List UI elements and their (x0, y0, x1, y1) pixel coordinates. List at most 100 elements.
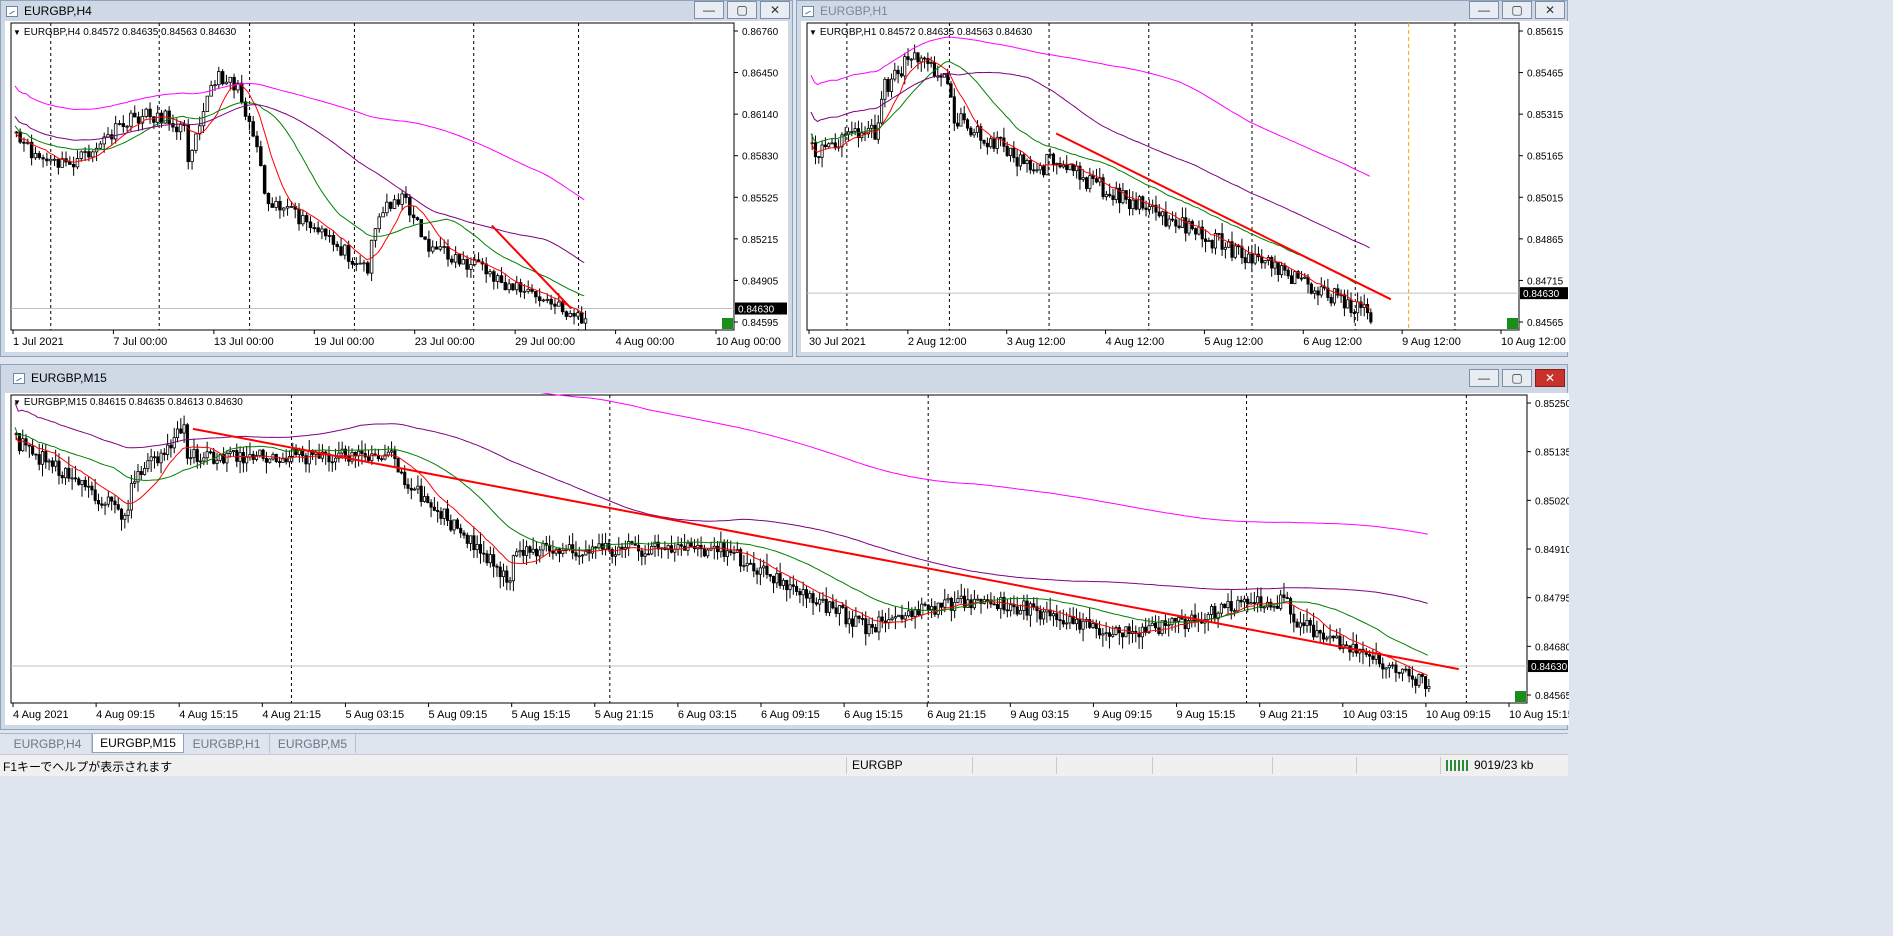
candle-body (241, 452, 245, 464)
candle-body (830, 142, 834, 145)
ohlc-header: ▼ EURGBP,H1 0.84572 0.84635 0.84563 0.846… (809, 27, 1033, 38)
candle-body (60, 475, 64, 479)
minimize-button[interactable]: — (1469, 369, 1499, 387)
candle-body (798, 591, 802, 596)
tab-eurgbp-m5[interactable]: EURGBP,M5 (270, 734, 356, 753)
time-label: 1 Jul 2021 (13, 336, 64, 348)
candle-body (446, 246, 450, 260)
candle-body (1391, 664, 1395, 667)
time-label: 29 Jul 00:00 (515, 336, 575, 348)
candle-body (1252, 602, 1256, 605)
candle-body (459, 527, 463, 534)
candle-body (581, 554, 585, 557)
candle-body (22, 141, 26, 144)
candle-body (1253, 253, 1257, 264)
candle-body (854, 615, 858, 627)
candle-body (574, 552, 578, 557)
price-label: 0.84865 (1527, 235, 1564, 246)
candle-body (903, 615, 907, 620)
candle-body (281, 458, 285, 463)
candle-body (1305, 619, 1309, 627)
maximize-button[interactable]: ▢ (727, 1, 757, 19)
candle-body (1094, 178, 1099, 183)
candle-body (166, 444, 170, 455)
candle-body (1328, 635, 1332, 639)
trend-line (1055, 132, 1392, 301)
candle-body (1335, 635, 1339, 639)
price-label: 0.85465 (1527, 69, 1564, 80)
candle-body (331, 235, 336, 245)
candle-body (117, 123, 122, 125)
candle-body (679, 544, 683, 547)
candle-body (110, 496, 114, 502)
candle-body (450, 258, 454, 263)
collapse-triangle-icon[interactable]: ▼ (809, 28, 817, 37)
candle-body (557, 301, 561, 307)
status-traffic: 9019/23 kb (1474, 758, 1534, 772)
candle-body (1018, 154, 1022, 167)
candle-body (1285, 597, 1289, 599)
candle-body (1140, 626, 1144, 638)
time-label: 4 Aug 2021 (13, 709, 69, 721)
candle-body (689, 542, 693, 547)
title-bar[interactable]: EURGBP,H4 — ▢ ✕ (1, 1, 792, 21)
minimize-button[interactable]: — (694, 1, 724, 19)
connection-bars-icon (1446, 760, 1468, 771)
candle-body (1346, 299, 1350, 309)
candle-body (702, 548, 706, 557)
chart-window-h1[interactable]: EURGBP,H1 — ▢ ✕ 0.85615 0.85465 0.85315 0.8… (796, 0, 1569, 357)
title-bar[interactable]: EURGBP,H1 — ▢ ✕ (797, 1, 1567, 21)
candle-body (676, 544, 680, 550)
title-bar[interactable]: EURGBP,M15 — ▢ ✕ (1, 365, 1567, 391)
candle-body (1219, 603, 1223, 614)
time-label: 5 Aug 15:15 (512, 709, 571, 721)
candle-body (465, 259, 469, 270)
candle-body (716, 545, 720, 553)
candle-body (1065, 622, 1069, 625)
candle-body (522, 290, 527, 293)
candle-body (1081, 177, 1085, 180)
candle-body (1157, 211, 1161, 217)
candle-body (531, 548, 535, 553)
candle-body (148, 108, 152, 118)
candle-body (1414, 678, 1418, 686)
candle-body (406, 484, 410, 489)
candle-body (897, 614, 901, 618)
candle-body (316, 227, 320, 233)
candle-body (752, 563, 756, 572)
candle-body (320, 228, 324, 233)
candle-body (416, 485, 420, 490)
collapse-triangle-icon[interactable]: ▼ (13, 398, 21, 407)
close-button[interactable]: ✕ (760, 1, 790, 19)
chart-window-m15[interactable]: EURGBP,M15 — ▢ ✕ 0.85250 0.85135 0.85020 0.… (0, 364, 1569, 730)
maximize-button[interactable]: ▢ (1502, 369, 1532, 387)
candle-body (775, 573, 779, 584)
time-label: 13 Jul 00:00 (214, 336, 274, 348)
candle-body (438, 246, 443, 250)
candle-body (1170, 617, 1174, 626)
candle-body (258, 449, 262, 456)
close-button[interactable]: ✕ (1535, 369, 1565, 387)
collapse-triangle-icon[interactable]: ▼ (13, 28, 21, 37)
minimize-button[interactable]: — (1469, 1, 1499, 19)
candle-body (1365, 304, 1370, 314)
candle-body (83, 151, 87, 154)
candle-body (1210, 240, 1214, 249)
tab-eurgbp-m15[interactable]: EURGBP,M15 (92, 734, 184, 753)
candle-body (1058, 619, 1062, 622)
chart-area[interactable]: 0.86760 0.86450 0.86140 0.85830 0.85525 0.852… (5, 21, 788, 352)
chart-area[interactable]: 0.85250 0.85135 0.85020 0.84910 0.84795 0.846… (5, 393, 1569, 725)
chart-svg: 0.86760 0.86450 0.86140 0.85830 0.85525 0.852… (10, 22, 787, 348)
candle-body (388, 201, 393, 209)
candle-body (926, 604, 930, 611)
chart-window-h4[interactable]: EURGBP,H4 — ▢ ✕ 0.86760 0.86450 0.86140 0.8… (0, 0, 793, 357)
candle-body (175, 126, 179, 133)
candle-body (436, 510, 440, 512)
maximize-button[interactable]: ▢ (1502, 1, 1532, 19)
tab-eurgbp-h1[interactable]: EURGBP,H1 (184, 734, 270, 753)
close-button[interactable]: ✕ (1535, 1, 1565, 19)
tab-eurgbp-h4[interactable]: EURGBP,H4 (4, 734, 92, 753)
chart-area[interactable]: 0.85615 0.85465 0.85315 0.85165 0.85015 0.848… (801, 21, 1569, 352)
time-label: 19 Jul 00:00 (314, 336, 374, 348)
candle-body (1313, 290, 1317, 294)
